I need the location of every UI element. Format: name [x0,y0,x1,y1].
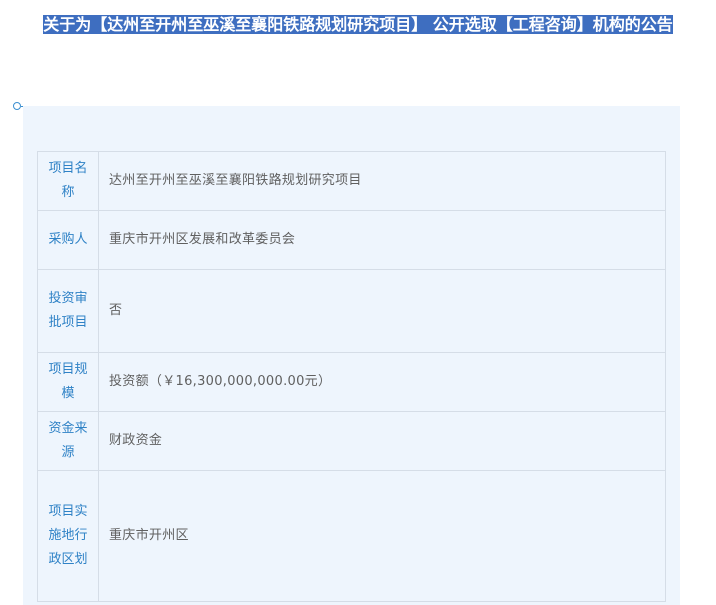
table-row: 资金来源 财政资金 [37,411,666,471]
row-label: 采购人 [37,210,99,270]
page-title-text: 关于为【达州至开州至巫溪至襄阳铁路规划研究项目】 公开选取【工程咨询】机构的公告 [43,15,673,34]
table-row: 投资审批项目 否 [37,269,666,353]
table-row: 项目规模 投资额（￥16,300,000,000.00元） [37,352,666,412]
row-value: 重庆市开州区 [98,470,666,602]
project-info-table: 项目名称 达州至开州至巫溪至襄阳铁路规划研究项目 采购人 重庆市开州区发展和改革… [37,151,666,602]
row-label: 资金来源 [37,411,99,471]
row-value: 达州至开州至巫溪至襄阳铁路规划研究项目 [98,151,666,211]
row-label: 项目规模 [37,352,99,412]
row-value: 投资额（￥16,300,000,000.00元） [98,352,666,412]
table-row: 项目名称 达州至开州至巫溪至襄阳铁路规划研究项目 [37,151,666,211]
table-row: 采购人 重庆市开州区发展和改革委员会 [37,210,666,270]
page-title: 关于为【达州至开州至巫溪至襄阳铁路规划研究项目】 公开选取【工程咨询】机构的公告 [12,13,704,37]
row-value: 财政资金 [98,411,666,471]
row-value: 重庆市开州区发展和改革委员会 [98,210,666,270]
announcement-page: 关于为【达州至开州至巫溪至襄阳铁路规划研究项目】 公开选取【工程咨询】机构的公告… [0,0,716,605]
row-label: 投资审批项目 [37,269,99,353]
row-label: 项目实施地行政区划 [37,470,99,602]
row-label: 项目名称 [37,151,99,211]
table-row: 项目实施地行政区划 重庆市开州区 [37,470,666,602]
divider-circle-icon [13,102,21,110]
row-value: 否 [98,269,666,353]
